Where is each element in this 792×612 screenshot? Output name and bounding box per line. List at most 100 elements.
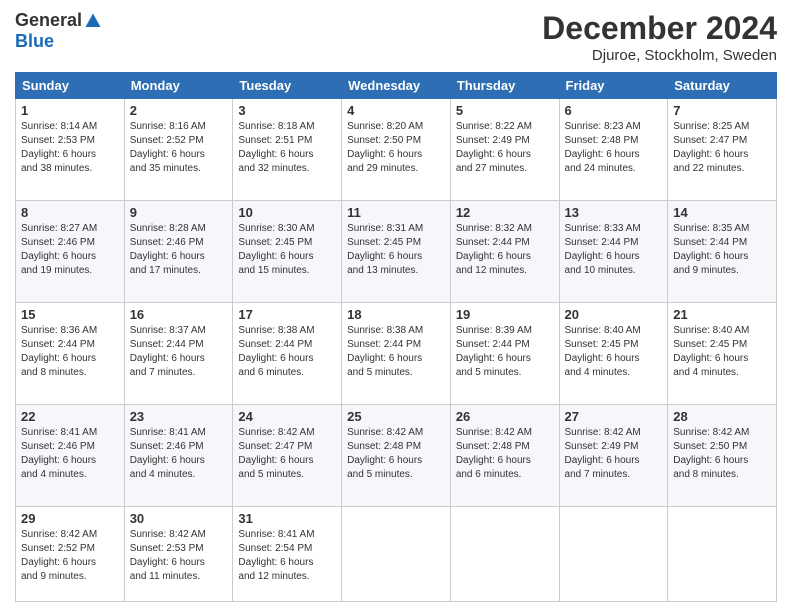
col-header-saturday: Saturday bbox=[668, 73, 777, 99]
cell-text: Sunrise: 8:32 AMSunset: 2:44 PMDaylight:… bbox=[456, 222, 554, 278]
day-number: 20 bbox=[565, 307, 663, 322]
table-row: 30Sunrise: 8:42 AMSunset: 2:53 PMDayligh… bbox=[124, 506, 233, 601]
table-row: 5 Sunrise: 8:22 AMSunset: 2:49 PMDaylight… bbox=[450, 99, 559, 201]
cell-text: Sunrise: 8:42 AMSunset: 2:52 PMDaylight:… bbox=[21, 528, 119, 584]
table-row: 28 Sunrise: 8:42 AMSunset: 2:50 PMDayligh… bbox=[668, 404, 777, 506]
cell-text: Sunrise: 8:42 AMSunset: 2:48 PMDaylight:… bbox=[347, 426, 445, 482]
day-number: 12 bbox=[456, 205, 554, 220]
cell-text: Sunrise: 8:14 AMSunset: 2:53 PMDaylight:… bbox=[21, 120, 119, 176]
day-number: 21 bbox=[673, 307, 771, 322]
table-row: 19 Sunrise: 8:39 AMSunset: 2:44 PMDayligh… bbox=[450, 302, 559, 404]
cell-text: Sunrise: 8:23 AMSunset: 2:48 PMDaylight:… bbox=[565, 120, 663, 176]
cell-text: Sunrise: 8:40 AMSunset: 2:45 PMDaylight:… bbox=[565, 324, 663, 380]
day-number: 7 bbox=[673, 103, 771, 118]
calendar-table: SundayMondayTuesdayWednesdayThursdayFrid… bbox=[15, 72, 777, 602]
day-number: 3 bbox=[238, 103, 336, 118]
cell-text: Sunrise: 8:33 AMSunset: 2:44 PMDaylight:… bbox=[565, 222, 663, 278]
table-row: 29 Sunrise: 8:42 AMSunset: 2:52 PMDayligh… bbox=[16, 506, 125, 601]
day-number: 1 bbox=[21, 103, 119, 118]
table-row: 26 Sunrise: 8:42 AMSunset: 2:48 PMDayligh… bbox=[450, 404, 559, 506]
table-row: 17 Sunrise: 8:38 AMSunset: 2:44 PMDayligh… bbox=[233, 302, 342, 404]
table-row: 12 Sunrise: 8:32 AMSunset: 2:44 PMDayligh… bbox=[450, 200, 559, 302]
header: General Blue December 2024 Djuroe, Stock… bbox=[15, 10, 777, 64]
day-number: 29 bbox=[21, 511, 119, 526]
table-row: 16Sunrise: 8:37 AMSunset: 2:44 PMDayligh… bbox=[124, 302, 233, 404]
day-number: 24 bbox=[238, 409, 336, 424]
table-row: 3 Sunrise: 8:18 AMSunset: 2:51 PMDaylight… bbox=[233, 99, 342, 201]
cell-text: Sunrise: 8:35 AMSunset: 2:44 PMDaylight:… bbox=[673, 222, 771, 278]
table-row bbox=[668, 506, 777, 601]
day-number: 9 bbox=[130, 205, 228, 220]
day-number: 2 bbox=[130, 103, 228, 118]
cell-text: Sunrise: 8:38 AMSunset: 2:44 PMDaylight:… bbox=[347, 324, 445, 380]
day-number: 4 bbox=[347, 103, 445, 118]
table-row: 20 Sunrise: 8:40 AMSunset: 2:45 PMDayligh… bbox=[559, 302, 668, 404]
day-number: 31 bbox=[238, 511, 336, 526]
cell-text: Sunrise: 8:42 AMSunset: 2:47 PMDaylight:… bbox=[238, 426, 336, 482]
day-number: 25 bbox=[347, 409, 445, 424]
cell-text: Sunrise: 8:42 AMSunset: 2:49 PMDaylight:… bbox=[565, 426, 663, 482]
cell-text: Sunrise: 8:42 AMSunset: 2:48 PMDaylight:… bbox=[456, 426, 554, 482]
table-row: 4Sunrise: 8:20 AMSunset: 2:50 PMDaylight… bbox=[342, 99, 451, 201]
cell-text: Sunrise: 8:18 AMSunset: 2:51 PMDaylight:… bbox=[238, 120, 336, 176]
table-row: 18 Sunrise: 8:38 AMSunset: 2:44 PMDayligh… bbox=[342, 302, 451, 404]
cell-text: Sunrise: 8:40 AMSunset: 2:45 PMDaylight:… bbox=[673, 324, 771, 380]
day-number: 8 bbox=[21, 205, 119, 220]
table-row: 11 Sunrise: 8:31 AMSunset: 2:45 PMDayligh… bbox=[342, 200, 451, 302]
day-number: 22 bbox=[21, 409, 119, 424]
day-number: 18 bbox=[347, 307, 445, 322]
table-row bbox=[450, 506, 559, 601]
cell-text: Sunrise: 8:22 AMSunset: 2:49 PMDaylight:… bbox=[456, 120, 554, 176]
table-row: 1 Sunrise: 8:14 AMSunset: 2:53 PMDaylight… bbox=[16, 99, 125, 201]
table-row: 25 Sunrise: 8:42 AMSunset: 2:48 PMDayligh… bbox=[342, 404, 451, 506]
cell-text: Sunrise: 8:41 AMSunset: 2:54 PMDaylight:… bbox=[238, 528, 336, 584]
logo-general: General bbox=[15, 10, 82, 31]
col-header-tuesday: Tuesday bbox=[233, 73, 342, 99]
col-header-friday: Friday bbox=[559, 73, 668, 99]
table-row: 8 Sunrise: 8:27 AMSunset: 2:46 PMDaylight… bbox=[16, 200, 125, 302]
logo: General Blue bbox=[15, 10, 102, 52]
day-number: 5 bbox=[456, 103, 554, 118]
table-row: 15 Sunrise: 8:36 AMSunset: 2:44 PMDayligh… bbox=[16, 302, 125, 404]
month-title: December 2024 bbox=[542, 10, 777, 47]
cell-text: Sunrise: 8:41 AMSunset: 2:46 PMDaylight:… bbox=[21, 426, 119, 482]
table-row: 7 Sunrise: 8:25 AMSunset: 2:47 PMDaylight… bbox=[668, 99, 777, 201]
table-row bbox=[342, 506, 451, 601]
cell-text: Sunrise: 8:38 AMSunset: 2:44 PMDaylight:… bbox=[238, 324, 336, 380]
col-header-wednesday: Wednesday bbox=[342, 73, 451, 99]
cell-text: Sunrise: 8:25 AMSunset: 2:47 PMDaylight:… bbox=[673, 120, 771, 176]
col-header-monday: Monday bbox=[124, 73, 233, 99]
day-number: 30 bbox=[130, 511, 228, 526]
day-number: 10 bbox=[238, 205, 336, 220]
table-row: 13 Sunrise: 8:33 AMSunset: 2:44 PMDayligh… bbox=[559, 200, 668, 302]
page: General Blue December 2024 Djuroe, Stock… bbox=[0, 0, 792, 612]
col-header-sunday: Sunday bbox=[16, 73, 125, 99]
day-number: 15 bbox=[21, 307, 119, 322]
title-block: December 2024 Djuroe, Stockholm, Sweden bbox=[542, 10, 777, 64]
logo-icon bbox=[84, 12, 102, 30]
cell-text: Sunrise: 8:36 AMSunset: 2:44 PMDaylight:… bbox=[21, 324, 119, 380]
table-row: 14Sunrise: 8:35 AMSunset: 2:44 PMDayligh… bbox=[668, 200, 777, 302]
table-row: 10 Sunrise: 8:30 AMSunset: 2:45 PMDayligh… bbox=[233, 200, 342, 302]
cell-text: Sunrise: 8:42 AMSunset: 2:50 PMDaylight:… bbox=[673, 426, 771, 482]
day-number: 19 bbox=[456, 307, 554, 322]
day-number: 26 bbox=[456, 409, 554, 424]
cell-text: Sunrise: 8:27 AMSunset: 2:46 PMDaylight:… bbox=[21, 222, 119, 278]
day-number: 11 bbox=[347, 205, 445, 220]
cell-text: Sunrise: 8:37 AMSunset: 2:44 PMDaylight:… bbox=[130, 324, 228, 380]
day-number: 23 bbox=[130, 409, 228, 424]
cell-text: Sunrise: 8:39 AMSunset: 2:44 PMDaylight:… bbox=[456, 324, 554, 380]
day-number: 13 bbox=[565, 205, 663, 220]
table-row: 31 Sunrise: 8:41 AMSunset: 2:54 PMDayligh… bbox=[233, 506, 342, 601]
table-row: 21 Sunrise: 8:40 AMSunset: 2:45 PMDayligh… bbox=[668, 302, 777, 404]
day-number: 17 bbox=[238, 307, 336, 322]
cell-text: Sunrise: 8:30 AMSunset: 2:45 PMDaylight:… bbox=[238, 222, 336, 278]
table-row: 2Sunrise: 8:16 AMSunset: 2:52 PMDaylight… bbox=[124, 99, 233, 201]
table-row: 23Sunrise: 8:41 AMSunset: 2:46 PMDayligh… bbox=[124, 404, 233, 506]
cell-text: Sunrise: 8:31 AMSunset: 2:45 PMDaylight:… bbox=[347, 222, 445, 278]
table-row: 27 Sunrise: 8:42 AMSunset: 2:49 PMDayligh… bbox=[559, 404, 668, 506]
day-number: 28 bbox=[673, 409, 771, 424]
logo-blue: Blue bbox=[15, 31, 54, 52]
table-row: 9Sunrise: 8:28 AMSunset: 2:46 PMDaylight… bbox=[124, 200, 233, 302]
day-number: 27 bbox=[565, 409, 663, 424]
